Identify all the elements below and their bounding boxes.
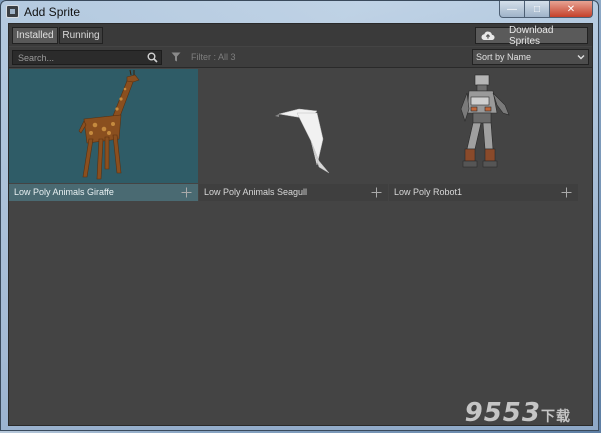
sprite-name: Low Poly Animals Giraffe — [14, 187, 114, 197]
add-sprite-window: Add Sprite — □ ✕ Installed Running Downl… — [0, 0, 599, 431]
tab-running[interactable]: Running — [59, 27, 103, 44]
watermark-suffix: 下载 — [541, 409, 571, 425]
sort-selected-value: Sort by Name — [476, 52, 532, 62]
sprite-thumbnail — [199, 69, 388, 183]
maximize-button[interactable]: □ — [525, 1, 550, 18]
sprite-thumbnail — [9, 69, 198, 183]
sprite-card-seagull[interactable]: Low Poly Animals Seagull — [199, 69, 388, 202]
filter-text: Filter : All 3 — [191, 52, 236, 62]
add-sprite-plus-icon[interactable] — [181, 187, 192, 198]
add-sprite-plus-icon[interactable] — [561, 187, 572, 198]
sprite-name: Low Poly Robot1 — [394, 187, 463, 197]
sprite-card-robot[interactable]: Low Poly Robot1 — [389, 69, 578, 202]
sprite-thumbnail — [389, 69, 578, 183]
cloud-upload-icon — [481, 31, 495, 40]
chevron-down-icon — [577, 55, 585, 60]
tab-installed[interactable]: Installed — [12, 27, 58, 44]
search-icon[interactable] — [147, 52, 158, 63]
filter-bar: Filter : All 3 Sort by Name — [9, 47, 592, 68]
download-sprites-button[interactable]: Download Sprites — [475, 24, 588, 47]
sort-dropdown[interactable]: Sort by Name — [472, 49, 589, 65]
site-watermark: 9553下载 — [465, 398, 571, 428]
window-controls: — □ ✕ — [499, 1, 593, 18]
sprite-label-bar: Low Poly Animals Seagull — [199, 184, 388, 201]
giraffe-image — [78, 69, 140, 180]
minimize-button[interactable]: — — [499, 1, 525, 18]
app-icon — [6, 5, 19, 18]
watermark-number: 9553 — [464, 398, 541, 428]
close-button[interactable]: ✕ — [550, 1, 593, 18]
sprite-panel: Installed Running Download Sprites Searc… — [8, 23, 593, 426]
download-sprites-label: Download Sprites — [508, 24, 554, 47]
funnel-icon[interactable] — [171, 52, 181, 62]
sprite-label-bar: Low Poly Animals Giraffe — [9, 184, 198, 201]
window-title: Add Sprite — [24, 5, 81, 19]
search-box — [12, 50, 162, 65]
toolbar: Installed Running Download Sprites — [9, 24, 592, 47]
robot-image — [460, 74, 510, 168]
add-sprite-plus-icon[interactable] — [371, 187, 382, 198]
seagull-image — [275, 108, 330, 174]
sprite-name: Low Poly Animals Seagull — [204, 187, 308, 197]
search-input[interactable] — [13, 51, 146, 64]
sprite-label-bar: Low Poly Robot1 — [389, 184, 578, 201]
title-bar[interactable]: Add Sprite — □ ✕ — [1, 1, 598, 23]
sprite-card-giraffe[interactable]: Low Poly Animals Giraffe — [9, 69, 198, 202]
